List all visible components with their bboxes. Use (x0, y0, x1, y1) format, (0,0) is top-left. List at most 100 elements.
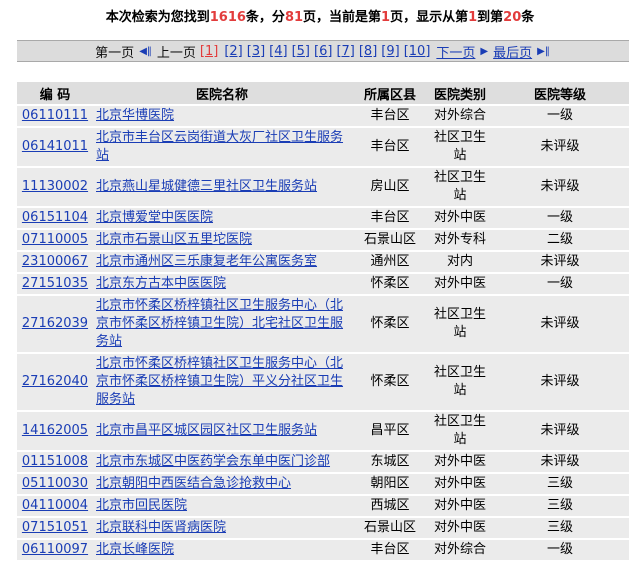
row-hospital-name-cell: 北京市怀柔区桥梓镇社区卫生服务中心（北京市怀柔区桥梓镇卫生院）平义分社区卫生服务… (93, 354, 351, 410)
table-row: 27162039 北京市怀柔区桥梓镇社区卫生服务中心（北京市怀柔区桥梓镇卫生院）北… (17, 296, 629, 352)
row-code-link[interactable]: 27151035 (22, 276, 88, 291)
header-name: 医院名称 (93, 82, 351, 104)
page-link[interactable]: [5] (292, 44, 310, 59)
row-code-cell: 07151051 (17, 518, 93, 538)
summary-text: 本次检索为您找到 (105, 10, 210, 25)
page-link[interactable]: [8] (359, 44, 377, 59)
table-row: 27151035 北京东方古本中医医院 怀柔区 对外中医 一级 (17, 274, 629, 294)
table-row: 01151008 北京市东城区中医药学会东单中医门诊部 东城区 对外中医 未评级 (17, 452, 629, 472)
row-code-link[interactable]: 27162039 (22, 316, 88, 331)
row-hospital-name-link[interactable]: 北京市回民医院 (96, 498, 187, 513)
row-type-cell: 对外中医 (429, 274, 491, 294)
summary-text: 条 (521, 10, 535, 25)
row-hospital-name-link[interactable]: 北京燕山星城健德三里社区卫生服务站 (96, 179, 317, 194)
page-link[interactable]: [6] (314, 44, 332, 59)
row-code-link[interactable]: 06141011 (22, 139, 88, 154)
row-hospital-name-link[interactable]: 北京朝阳中西医结合急诊抢救中心 (96, 476, 291, 491)
row-code-link[interactable]: 06110111 (22, 108, 88, 123)
page-link[interactable]: [2] (224, 44, 242, 59)
row-code-link[interactable]: 04110004 (22, 498, 88, 513)
row-district-cell: 怀柔区 (351, 274, 429, 294)
pagination-bar: 第一页 ◀‖ 上一页 [1] [2] [3] [4] [5] [6] [7] [8] [9][… (17, 40, 629, 62)
row-hospital-name-cell: 北京市东城区中医药学会东单中医门诊部 (93, 452, 351, 472)
total-count: 1616 (209, 10, 246, 25)
row-hospital-name-link[interactable]: 北京市怀柔区桥梓镇社区卫生服务中心（北京市怀柔区桥梓镇卫生院）平义分社区卫生服务… (96, 356, 343, 407)
row-hospital-name-cell: 北京东方古本中医医院 (93, 274, 351, 294)
row-code-cell: 04110004 (17, 496, 93, 516)
summary-text: 到第 (477, 10, 504, 25)
row-district-cell: 石景山区 (351, 230, 429, 250)
row-code-link[interactable]: 14162005 (22, 423, 88, 438)
row-type-cell: 对外中医 (429, 518, 491, 538)
row-grade-cell: 三级 (491, 496, 629, 516)
page-links: [2] [3] [4] [5] [6] [7] [8] [9] [10] (222, 44, 432, 59)
table-row: 07151051 北京联科中医肾病医院 石景山区 对外中医 三级 (17, 518, 629, 538)
row-code-link[interactable]: 01151008 (22, 454, 88, 469)
row-code-cell: 01151008 (17, 452, 93, 472)
row-district-cell: 通州区 (351, 252, 429, 272)
row-code-cell: 06151104 (17, 208, 93, 228)
table-header-row: 编 码 医院名称 所属区县 医院类别 医院等级 (17, 82, 629, 104)
page-link[interactable]: [3] (247, 44, 265, 59)
row-district-cell: 丰台区 (351, 540, 429, 560)
row-grade-cell: 未评级 (491, 296, 629, 352)
next-page-icon[interactable]: ▶ (480, 46, 488, 57)
row-type-cell: 对外中医 (429, 496, 491, 516)
page-link[interactable]: [4] (269, 44, 287, 59)
row-hospital-name-link[interactable]: 北京市怀柔区桥梓镇社区卫生服务中心（北京市怀柔区桥梓镇卫生院）北宅社区卫生服务站 (96, 298, 343, 349)
summary-text: 页，显示从第 (390, 10, 469, 25)
page-link[interactable]: [9] (381, 44, 399, 59)
row-hospital-name-link[interactable]: 北京长峰医院 (96, 542, 174, 557)
row-type-cell: 社区卫生站 (429, 354, 491, 410)
row-hospital-name-link[interactable]: 北京东方古本中医医院 (96, 276, 226, 291)
row-district-cell: 西城区 (351, 496, 429, 516)
row-code-link[interactable]: 06151104 (22, 210, 88, 225)
page-link[interactable]: [7] (336, 44, 354, 59)
table-row: 04110004 北京市回民医院 西城区 对外中医 三级 (17, 496, 629, 516)
row-grade-cell: 未评级 (491, 354, 629, 410)
row-code-link[interactable]: 07110005 (22, 232, 88, 247)
row-hospital-name-link[interactable]: 北京博爱堂中医医院 (96, 210, 213, 225)
table-row: 06141011 北京市丰台区云岗街道大灰厂社区卫生服务站 丰台区 社区卫生站 未评级 (17, 128, 629, 166)
row-district-cell: 怀柔区 (351, 296, 429, 352)
row-type-cell: 社区卫生站 (429, 168, 491, 206)
row-code-cell: 06110111 (17, 106, 93, 126)
row-type-cell: 对外中医 (429, 452, 491, 472)
row-type-cell: 对外综合 (429, 106, 491, 126)
row-code-link[interactable]: 06110097 (22, 542, 88, 557)
row-hospital-name-link[interactable]: 北京市昌平区城区园区社区卫生服务站 (96, 423, 317, 438)
row-district-cell: 怀柔区 (351, 354, 429, 410)
table-row: 06110097 北京长峰医院 丰台区 对外综合 一级 (17, 540, 629, 560)
row-grade-cell: 未评级 (491, 168, 629, 206)
row-hospital-name-link[interactable]: 北京华博医院 (96, 108, 174, 123)
header-grade: 医院等级 (491, 82, 629, 104)
current-page-number: 1 (381, 10, 391, 25)
row-hospital-name-link[interactable]: 北京市通州区三乐康复老年公寓医务室 (96, 254, 317, 269)
next-page-link[interactable]: 下一页 (436, 42, 475, 61)
row-hospital-name-link[interactable]: 北京市东城区中医药学会东单中医门诊部 (96, 454, 330, 469)
row-hospital-name-cell: 北京市通州区三乐康复老年公寓医务室 (93, 252, 351, 272)
row-code-link[interactable]: 05110030 (22, 476, 88, 491)
page-link[interactable]: [10] (404, 44, 431, 59)
row-hospital-name-link[interactable]: 北京市石景山区五里坨医院 (96, 232, 252, 247)
row-code-cell: 06110097 (17, 540, 93, 560)
row-type-cell: 对外专科 (429, 230, 491, 250)
row-hospital-name-link[interactable]: 北京市丰台区云岗街道大灰厂社区卫生服务站 (96, 130, 343, 163)
row-district-cell: 丰台区 (351, 106, 429, 126)
row-type-cell: 社区卫生站 (429, 128, 491, 166)
table-row: 27162040 北京市怀柔区桥梓镇社区卫生服务中心（北京市怀柔区桥梓镇卫生院）平… (17, 354, 629, 410)
row-code-link[interactable]: 27162040 (22, 374, 88, 389)
row-hospital-name-cell: 北京市昌平区城区园区社区卫生服务站 (93, 412, 351, 450)
row-type-cell: 社区卫生站 (429, 412, 491, 450)
row-code-link[interactable]: 23100067 (22, 254, 88, 269)
row-code-cell: 06141011 (17, 128, 93, 166)
row-code-link[interactable]: 11130002 (22, 179, 88, 194)
last-page-icon[interactable]: ▶‖ (537, 46, 550, 57)
row-hospital-name-cell: 北京朝阳中西医结合急诊抢救中心 (93, 474, 351, 494)
row-code-cell: 27162039 (17, 296, 93, 352)
row-grade-cell: 未评级 (491, 452, 629, 472)
row-code-cell: 05110030 (17, 474, 93, 494)
last-page-link[interactable]: 最后页 (493, 42, 532, 61)
row-district-cell: 丰台区 (351, 128, 429, 166)
header-type: 医院类别 (429, 82, 491, 104)
